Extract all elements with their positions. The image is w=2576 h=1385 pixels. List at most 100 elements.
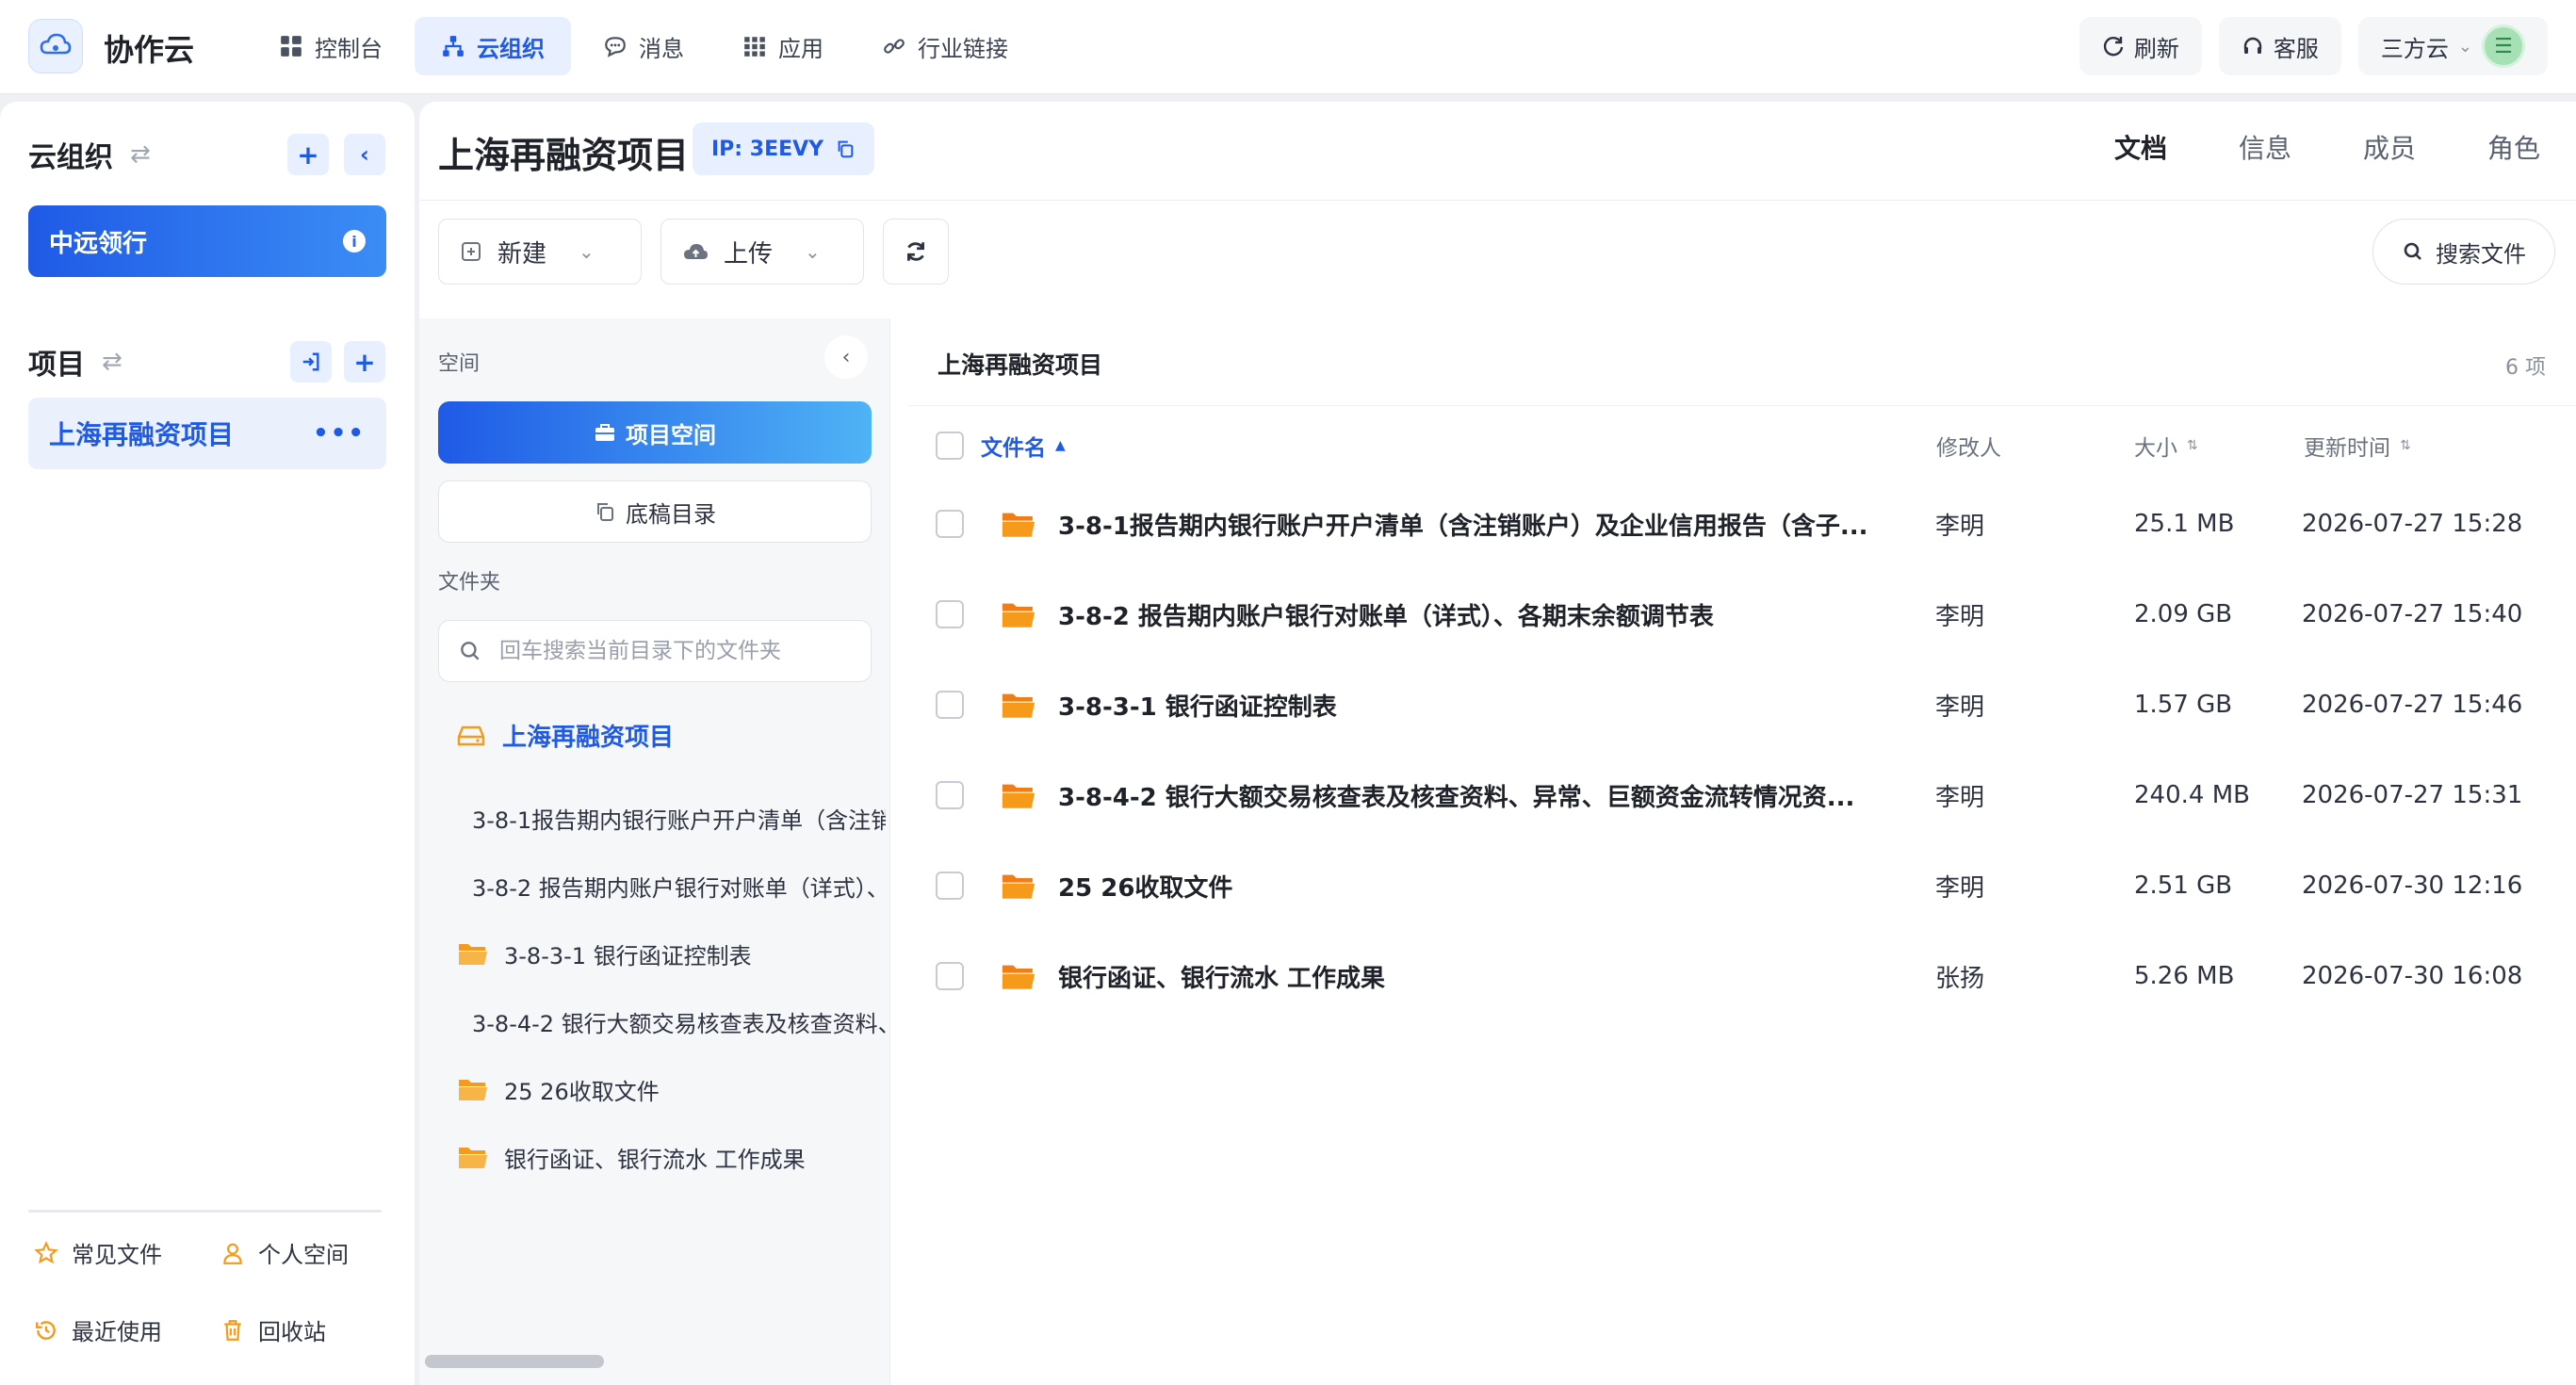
updated-cell: 2026-07-30 16:08 [2302, 962, 2523, 990]
size-cell: 25.1 MB [2134, 510, 2235, 538]
collapse-sidebar-button[interactable]: ‹ [344, 134, 385, 175]
page-title: 上海再融资项目 [438, 135, 690, 176]
ip-badge-label: IP: 3EEVY [711, 137, 824, 161]
file-name-cell[interactable]: 银行函证、银行流水 工作成果 [1000, 931, 1876, 1021]
org-card[interactable]: 中远领行 i [28, 205, 386, 277]
nav-dashboard[interactable]: 控制台 [253, 17, 409, 75]
reload-button[interactable] [883, 219, 949, 285]
row-checkbox[interactable] [936, 691, 964, 719]
file-name: 3-8-4-2 银行大额交易核查表及核查资料、异常、巨额资金流转情况资... [1058, 783, 1855, 812]
new-button[interactable]: 新建 ⌄ [438, 219, 642, 285]
collapse-tree-button[interactable]: ‹ [824, 335, 868, 379]
header-divider [419, 200, 2576, 201]
file-name: 25 26收取文件 [1058, 873, 1233, 903]
folder-search[interactable] [438, 620, 872, 682]
file-name-cell[interactable]: 3-8-3-1 银行函证控制表 [1000, 660, 1876, 750]
tab-members[interactable]: 成员 [2327, 124, 2452, 173]
add-org-button[interactable]: + [287, 134, 329, 175]
draft-directory-button[interactable]: 底稿目录 [438, 481, 872, 543]
modifier-cell: 张扬 [1935, 964, 1985, 993]
draft-directory-label: 底稿目录 [626, 500, 716, 528]
join-project-button[interactable] [290, 341, 332, 383]
project-space-label: 项目空间 [626, 421, 716, 448]
search-files-button[interactable]: 搜索文件 [2372, 219, 2555, 285]
tree-folder-item[interactable]: 3-8-2 报告期内账户银行对账单（详式）、各期末余额调节表 [457, 852, 886, 920]
tree-folder-item[interactable]: 3-8-1报告期内银行账户开户清单（含注销账户）及企业信用报告（含子公司） [457, 784, 886, 852]
column-updated-header[interactable]: 更新时间 ⇅ [2304, 430, 2411, 462]
row-checkbox[interactable] [936, 872, 964, 900]
drive-icon [457, 725, 485, 745]
chevron-left-icon: ‹ [360, 141, 369, 168]
size-cell: 5.26 MB [2134, 962, 2235, 990]
table-row[interactable]: 25 26收取文件 李明 2.51 GB 2026-07-30 12:16 [909, 840, 2576, 931]
ip-badge[interactable]: IP: 3EEVY [693, 122, 875, 175]
common-files-link[interactable]: 常见文件 [34, 1236, 162, 1269]
recent-link[interactable]: 最近使用 [34, 1313, 162, 1346]
tab-info[interactable]: 信息 [2203, 124, 2327, 173]
file-name-cell[interactable]: 3-8-1报告期内银行账户开户清单（含注销账户）及企业信用报告（含子... [1000, 479, 1876, 569]
avatar: ☰ [2482, 24, 2525, 68]
file-name-cell[interactable]: 3-8-4-2 银行大额交易核查表及核查资料、异常、巨额资金流转情况资... [1000, 750, 1876, 840]
row-checkbox[interactable] [936, 962, 964, 990]
refresh-button[interactable]: 刷新 [2079, 17, 2202, 75]
copy-icon[interactable] [835, 138, 856, 159]
refresh-icon [907, 242, 924, 261]
main-panel: 上海再融资项目 IP: 3EEVY 文档 信息 成员 角色 新建 ⌄ 上传 ⌄ … [419, 102, 2576, 1385]
sort-asc-icon: ▲ [1055, 438, 1066, 453]
nav-industry-links[interactable]: 行业链接 [856, 17, 1035, 75]
file-name: 银行函证、银行流水 工作成果 [1058, 964, 1386, 993]
account-menu[interactable]: 三方云 ⌄ ☰ [2357, 17, 2548, 75]
tree-root-item[interactable]: 上海再融资项目 [457, 718, 674, 753]
folder-icon [1002, 603, 1035, 627]
switch-icon[interactable]: ⇄ [130, 140, 151, 169]
folder-label: 文件夹 [438, 571, 501, 595]
cloud-logo-icon[interactable] [28, 19, 83, 73]
file-name-cell[interactable]: 3-8-2 报告期内账户银行对账单（详式）、各期末余额调节表 [1000, 569, 1876, 660]
tree-root-label: 上海再融资项目 [502, 724, 675, 752]
table-row[interactable]: 3-8-3-1 银行函证控制表 李明 1.57 GB 2026-07-27 15… [909, 660, 2576, 750]
project-header-label: 项目 [28, 349, 85, 382]
folder-search-input[interactable] [499, 639, 857, 663]
refresh-label: 刷新 [2133, 35, 2179, 62]
nav-industry-links-label: 行业链接 [918, 35, 1008, 62]
login-icon [302, 352, 319, 371]
file-name-cell[interactable]: 25 26收取文件 [1000, 840, 1876, 931]
personal-space-link[interactable]: 个人空间 [220, 1236, 349, 1269]
folder-icon [1002, 965, 1035, 989]
column-size-header[interactable]: 大小 ⇅ [2134, 430, 2198, 462]
tab-documents[interactable]: 文档 [2079, 124, 2203, 173]
switch-icon[interactable]: ⇄ [102, 348, 122, 376]
trash-link[interactable]: 回收站 [220, 1313, 326, 1346]
more-icon[interactable]: ••• [313, 419, 366, 448]
tree-folder-item[interactable]: 3-8-3-1 银行函证控制表 [457, 920, 886, 987]
row-checkbox[interactable] [936, 781, 964, 809]
upload-button[interactable]: 上传 ⌄ [660, 219, 864, 285]
folder-icon [1002, 513, 1035, 537]
select-all-checkbox[interactable] [936, 432, 964, 460]
project-item[interactable]: 上海再融资项目 ••• [28, 398, 386, 469]
nav-cloud-org[interactable]: 云组织 [415, 17, 571, 75]
tree-folder-label: 3-8-1报告期内银行账户开户清单（含注销账户）及企业信用报告（含子公司） [472, 807, 886, 834]
updated-cell: 2026-07-27 15:40 [2302, 600, 2523, 628]
modifier-cell: 李明 [1935, 783, 1985, 812]
sort-icon: ⇅ [2400, 438, 2411, 453]
table-row[interactable]: 3-8-2 报告期内账户银行对账单（详式）、各期末余额调节表 李明 2.09 G… [909, 569, 2576, 660]
project-space-button[interactable]: 项目空间 [438, 401, 872, 464]
nav-messages[interactable]: 消息 [577, 17, 710, 75]
tree-folder-item[interactable]: 25 26收取文件 [457, 1055, 886, 1123]
add-project-button[interactable]: + [344, 341, 385, 383]
tab-roles[interactable]: 角色 [2452, 124, 2576, 173]
table-row[interactable]: 3-8-4-2 银行大额交易核查表及核查资料、异常、巨额资金流转情况资... 李… [909, 750, 2576, 840]
tree-folder-item[interactable]: 3-8-4-2 银行大额交易核查表及核查资料、异常、巨额资金流转情况资料 [457, 987, 886, 1055]
row-checkbox[interactable] [936, 600, 964, 628]
table-row[interactable]: 银行函证、银行流水 工作成果 张扬 5.26 MB 2026-07-30 16:… [909, 931, 2576, 1021]
customer-service-button[interactable]: 客服 [2218, 17, 2341, 75]
tree-folder-item[interactable]: 银行函证、银行流水 工作成果 [457, 1123, 886, 1191]
row-checkbox[interactable] [936, 510, 964, 538]
nav-apps[interactable]: 应用 [716, 17, 850, 75]
info-icon[interactable]: i [343, 230, 366, 253]
column-modifier-label: 修改人 [1936, 436, 2001, 461]
column-name-header[interactable]: 文件名 ▲ [981, 430, 1066, 462]
table-row[interactable]: 3-8-1报告期内银行账户开户清单（含注销账户）及企业信用报告（含子... 李明… [909, 479, 2576, 569]
horizontal-scrollbar[interactable] [425, 1355, 604, 1368]
